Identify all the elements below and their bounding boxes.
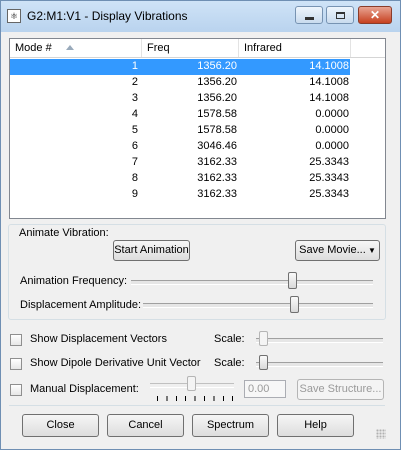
table-row[interactable]: 5 1578.58 0.0000 xyxy=(10,123,385,139)
table-row[interactable]: 4 1578.58 0.0000 xyxy=(10,107,385,123)
mode-cell: 2 xyxy=(131,76,138,88)
table-row[interactable]: 7 3162.33 25.3343 xyxy=(10,155,385,171)
freq-cell: 1578.58 xyxy=(197,108,237,120)
column-header-mode[interactable]: Mode # xyxy=(15,42,52,54)
dipole-scale-slider[interactable] xyxy=(259,355,268,370)
show-dipole-derivative-label: Show Dipole Derivative Unit Vector xyxy=(30,357,201,369)
freq-cell: 1356.20 xyxy=(197,92,237,104)
save-movie-label: Save Movie... xyxy=(299,244,366,256)
maximize-button[interactable] xyxy=(326,6,354,24)
gaussview-app-icon: ⚛ xyxy=(7,9,21,23)
table-row[interactable]: 2 1356.20 14.1008 xyxy=(10,75,385,91)
displacement-amplitude-track[interactable] xyxy=(143,303,373,308)
manual-displacement-ticks xyxy=(157,396,233,401)
resize-grip-icon[interactable] xyxy=(376,429,386,439)
freq-cell: 1356.20 xyxy=(197,76,237,88)
mode-cell: 6 xyxy=(131,140,138,152)
mode-cell: 8 xyxy=(131,172,138,184)
vectors-scale-label: Scale: xyxy=(214,333,245,345)
show-dipole-derivative-checkbox[interactable] xyxy=(10,358,22,370)
window-title: G2:M1:V1 - Display Vibrations xyxy=(27,9,188,23)
freq-cell: 3162.33 xyxy=(197,172,237,184)
vibrations-list[interactable]: Mode # Freq Infrared 1 1356.20 14.1008 2 135… xyxy=(9,38,386,219)
infrared-cell: 25.3343 xyxy=(309,156,349,168)
minimize-icon xyxy=(304,16,314,20)
dipole-scale-track[interactable] xyxy=(256,362,383,367)
freq-cell: 1578.58 xyxy=(197,124,237,136)
show-displacement-vectors-checkbox[interactable] xyxy=(10,334,22,346)
close-window-button[interactable]: ✕ xyxy=(358,6,392,24)
infrared-cell: 14.1008 xyxy=(309,92,349,104)
help-button[interactable]: Help xyxy=(277,414,354,437)
close-icon: ✕ xyxy=(369,8,381,22)
sort-ascending-icon xyxy=(66,45,74,50)
infrared-cell: 25.3343 xyxy=(309,188,349,200)
divider xyxy=(9,405,385,406)
displacement-amplitude-label: Displacement Amplitude: xyxy=(20,299,142,311)
mode-cell: 9 xyxy=(131,188,138,200)
vectors-scale-slider[interactable] xyxy=(259,331,268,346)
infrared-cell: 25.3343 xyxy=(309,172,349,184)
mode-cell: 3 xyxy=(131,92,138,104)
column-separator[interactable] xyxy=(350,39,351,57)
table-row[interactable]: 8 3162.33 25.3343 xyxy=(10,171,385,187)
manual-displacement-checkbox[interactable] xyxy=(10,384,22,396)
vectors-scale-track[interactable] xyxy=(256,338,383,343)
show-displacement-vectors-label: Show Displacement Vectors xyxy=(30,333,167,345)
save-structure-button[interactable]: Save Structure... xyxy=(297,379,384,400)
list-header: Mode # Freq Infrared xyxy=(10,39,385,58)
start-animation-button[interactable]: Start Animation xyxy=(113,240,190,261)
column-separator[interactable] xyxy=(141,39,142,57)
dropdown-arrow-icon: ▼ xyxy=(365,246,376,255)
mode-cell: 5 xyxy=(131,124,138,136)
mode-cell: 4 xyxy=(131,108,138,120)
animation-frequency-label: Animation Frequency: xyxy=(20,275,127,287)
mode-cell: 7 xyxy=(131,156,138,168)
table-row[interactable]: 9 3162.33 25.3343 xyxy=(10,187,385,203)
infrared-cell: 0.0000 xyxy=(315,140,349,152)
close-button[interactable]: Close xyxy=(22,414,99,437)
maximize-icon xyxy=(335,11,345,19)
infrared-cell: 0.0000 xyxy=(315,124,349,136)
table-row[interactable]: 6 3046.46 0.0000 xyxy=(10,139,385,155)
animate-vibration-label: Animate Vibration: xyxy=(18,227,110,239)
freq-cell: 3162.33 xyxy=(197,188,237,200)
title-bar[interactable]: ⚛ G2:M1:V1 - Display Vibrations ✕ xyxy=(1,1,400,32)
column-header-freq[interactable]: Freq xyxy=(147,42,170,54)
manual-displacement-slider[interactable] xyxy=(187,376,196,391)
mode-cell: 1 xyxy=(131,60,138,72)
animation-frequency-slider[interactable] xyxy=(288,272,298,289)
infrared-cell: 14.1008 xyxy=(309,76,349,88)
spectrum-button[interactable]: Spectrum xyxy=(192,414,269,437)
freq-cell: 3162.33 xyxy=(197,156,237,168)
rows-container: 1 1356.20 14.1008 2 1356.20 14.1008 3 1356.20 14… xyxy=(10,59,385,203)
displacement-amplitude-slider[interactable] xyxy=(289,296,299,313)
manual-displacement-value[interactable]: 0.00 xyxy=(244,380,286,398)
infrared-cell: 14.1008 xyxy=(309,60,349,72)
cancel-button[interactable]: Cancel xyxy=(107,414,184,437)
table-row[interactable]: 3 1356.20 14.1008 xyxy=(10,91,385,107)
column-separator[interactable] xyxy=(238,39,239,57)
freq-cell: 3046.46 xyxy=(197,140,237,152)
column-header-infrared[interactable]: Infrared xyxy=(244,42,282,54)
dipole-scale-label: Scale: xyxy=(214,357,245,369)
table-row[interactable]: 1 1356.20 14.1008 xyxy=(10,59,350,75)
animation-frequency-track[interactable] xyxy=(131,280,373,285)
infrared-cell: 0.0000 xyxy=(315,108,349,120)
manual-displacement-label: Manual Displacement: xyxy=(30,383,139,395)
save-movie-button[interactable]: Save Movie... ▼ xyxy=(295,240,380,261)
minimize-button[interactable] xyxy=(295,6,323,24)
freq-cell: 1356.20 xyxy=(197,60,237,72)
